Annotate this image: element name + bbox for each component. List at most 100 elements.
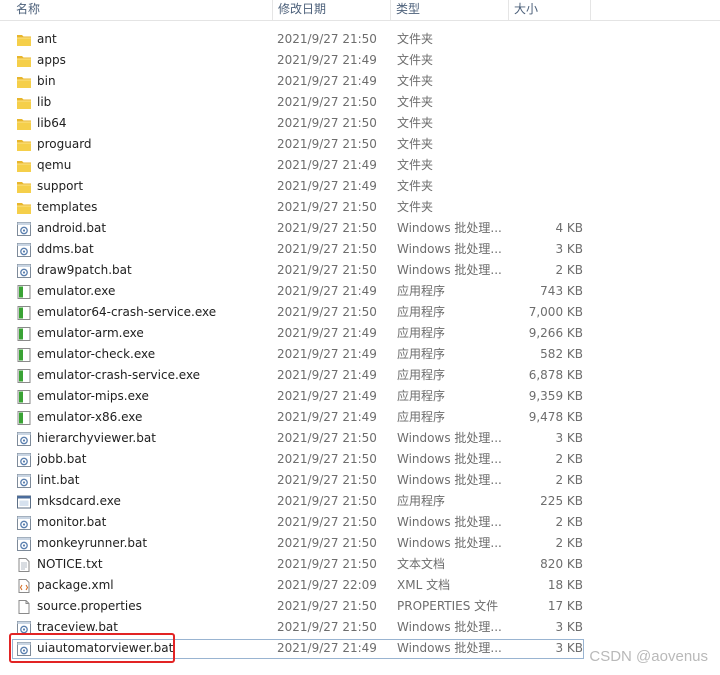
file-modified-date: 2021/9/27 21:49 [277,158,377,172]
file-name: bin [37,74,56,88]
file-row[interactable]: mksdcard.exe 2021/9/27 21:50 应用程序 225 KB [0,491,720,512]
column-header-type[interactable]: 类型 [390,0,508,20]
file-name: lib [37,95,52,109]
folder-icon [16,71,34,92]
batch-file-icon [16,428,34,449]
file-name: source.properties [37,599,142,613]
file-row[interactable]: lib 2021/9/27 21:50 文件夹 [0,92,720,113]
file-size: 9,478 KB [528,410,583,424]
file-row[interactable]: android.bat 2021/9/27 21:50 Windows 批处理...… [0,218,720,239]
file-row[interactable]: templates 2021/9/27 21:50 文件夹 [0,197,720,218]
file-name: monitor.bat [37,515,107,529]
xml-file-icon [16,575,34,596]
file-modified-date: 2021/9/27 21:50 [277,242,377,256]
file-size: 3 KB [555,431,583,445]
file-modified-date: 2021/9/27 21:49 [277,74,377,88]
file-row[interactable]: support 2021/9/27 21:49 文件夹 [0,176,720,197]
file-row[interactable]: apps 2021/9/27 21:49 文件夹 [0,50,720,71]
file-row[interactable]: hierarchyviewer.bat 2021/9/27 21:50 Window… [0,428,720,449]
file-modified-date: 2021/9/27 21:50 [277,116,377,130]
file-size [510,134,583,155]
file-type: 文件夹 [397,32,434,46]
file-name: lib64 [37,116,67,130]
file-row[interactable]: draw9patch.bat 2021/9/27 21:50 Windows 批处理… [0,260,720,281]
file-row[interactable]: proguard 2021/9/27 21:50 文件夹 [0,134,720,155]
file-name: jobb.bat [37,452,87,466]
file-row[interactable]: emulator-x86.exe 2021/9/27 21:49 应用程序 9,478… [0,407,720,428]
file-row[interactable]: emulator-check.exe 2021/9/27 21:49 应用程序 582… [0,344,720,365]
batch-file-icon [16,512,34,533]
file-type: 应用程序 [397,389,446,403]
file-size: 17 KB [547,599,583,613]
column-header-name[interactable]: 名称 [10,0,272,20]
file-type: 文件夹 [397,137,434,151]
file-size [510,155,583,176]
text-file-icon [16,554,34,575]
file-name: emulator64-crash-service.exe [37,305,217,319]
file-row[interactable]: lib64 2021/9/27 21:50 文件夹 [0,113,720,134]
file-type: 应用程序 [397,284,446,298]
file-modified-date: 2021/9/27 21:49 [277,179,377,193]
file-row[interactable]: bin 2021/9/27 21:49 文件夹 [0,71,720,92]
file-modified-date: 2021/9/27 21:50 [277,200,377,214]
file-row[interactable]: emulator-arm.exe 2021/9/27 21:49 应用程序 9,266… [0,323,720,344]
file-size: 7,000 KB [528,305,583,319]
file-name: apps [37,53,66,67]
file-name: emulator-x86.exe [37,410,143,424]
file-size: 4 KB [555,221,583,235]
file-name: templates [37,200,98,214]
file-row[interactable]: emulator-mips.exe 2021/9/27 21:49 应用程序 9,35… [0,386,720,407]
file-type: Windows 批处理... [397,242,502,256]
file-modified-date: 2021/9/27 21:49 [277,641,377,655]
file-type: 应用程序 [397,347,446,361]
file-row[interactable]: monkeyrunner.bat 2021/9/27 21:50 Windows 批… [0,533,720,554]
file-modified-date: 2021/9/27 21:50 [277,452,377,466]
file-modified-date: 2021/9/27 21:50 [277,536,377,550]
file-row[interactable]: emulator64-crash-service.exe 2021/9/27 21… [0,302,720,323]
file-name: emulator-mips.exe [37,389,149,403]
file-size [510,92,583,113]
batch-file-icon [16,260,34,281]
column-header-date[interactable]: 修改日期 [272,0,390,20]
file-name: android.bat [37,221,107,235]
file-modified-date: 2021/9/27 21:50 [277,95,377,109]
generic-exe-icon [16,491,34,512]
emulator-exe-icon [16,323,34,344]
file-row[interactable]: ant 2021/9/27 21:50 文件夹 [0,29,720,50]
file-type: 文件夹 [397,74,434,88]
column-header-size[interactable]: 大小 [508,0,590,20]
file-size [510,197,583,218]
generic-file-icon [16,596,34,617]
column-divider[interactable] [590,0,591,20]
file-type: 应用程序 [397,494,446,508]
file-modified-date: 2021/9/27 21:50 [277,305,377,319]
file-type: 文件夹 [397,95,434,109]
file-size: 2 KB [555,452,583,466]
file-row[interactable]: monitor.bat 2021/9/27 21:50 Windows 批处理...… [0,512,720,533]
file-type: 文本文档 [397,557,446,571]
file-name: hierarchyviewer.bat [37,431,156,445]
file-size: 18 KB [547,578,583,592]
file-row[interactable]: NOTICE.txt 2021/9/27 21:50 文本文档 820 KB [0,554,720,575]
file-type: 应用程序 [397,368,446,382]
file-row[interactable]: jobb.bat 2021/9/27 21:50 Windows 批处理... 2 K… [0,449,720,470]
emulator-exe-icon [16,344,34,365]
batch-file-icon [16,218,34,239]
file-row[interactable]: lint.bat 2021/9/27 21:50 Windows 批处理... 2 K… [0,470,720,491]
file-row[interactable]: emulator-crash-service.exe 2021/9/27 21:4… [0,365,720,386]
file-size: 225 KB [540,494,583,508]
file-row[interactable]: emulator.exe 2021/9/27 21:49 应用程序 743 KB [0,281,720,302]
file-type: Windows 批处理... [397,536,502,550]
file-row[interactable]: package.xml 2021/9/27 22:09 XML 文档 18 KB [0,575,720,596]
file-modified-date: 2021/9/27 21:50 [277,473,377,487]
folder-icon [16,50,34,71]
folder-icon [16,29,34,50]
file-name: ddms.bat [37,242,94,256]
file-name: support [37,179,84,193]
file-row[interactable]: ddms.bat 2021/9/27 21:50 Windows 批处理... 3 K… [0,239,720,260]
file-modified-date: 2021/9/27 21:50 [277,599,377,613]
file-type: Windows 批处理... [397,515,502,529]
file-row[interactable]: source.properties 2021/9/27 21:50 PROPERTI… [0,596,720,617]
file-row[interactable]: qemu 2021/9/27 21:49 文件夹 [0,155,720,176]
file-type: 应用程序 [397,410,446,424]
